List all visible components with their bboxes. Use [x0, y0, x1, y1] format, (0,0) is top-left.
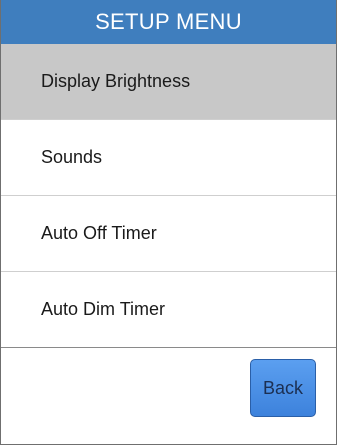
setup-menu-panel: SETUP MENU Display Brightness Sounds Aut…: [0, 0, 337, 445]
menu-item-label: Auto Dim Timer: [41, 299, 166, 319]
menu-item-label: Sounds: [41, 147, 103, 167]
back-button[interactable]: Back: [250, 359, 316, 417]
menu-list: Display Brightness Sounds Auto Off Timer…: [1, 44, 336, 348]
menu-item-auto-dim-timer[interactable]: Auto Dim Timer: [1, 272, 336, 348]
page-title: SETUP MENU: [1, 0, 336, 44]
menu-item-label: Display Brightness: [41, 71, 191, 91]
menu-item-label: Auto Off Timer: [41, 223, 157, 243]
menu-item-display-brightness[interactable]: Display Brightness: [1, 44, 336, 120]
menu-item-auto-off-timer[interactable]: Auto Off Timer: [1, 196, 336, 272]
menu-item-sounds[interactable]: Sounds: [1, 120, 336, 196]
